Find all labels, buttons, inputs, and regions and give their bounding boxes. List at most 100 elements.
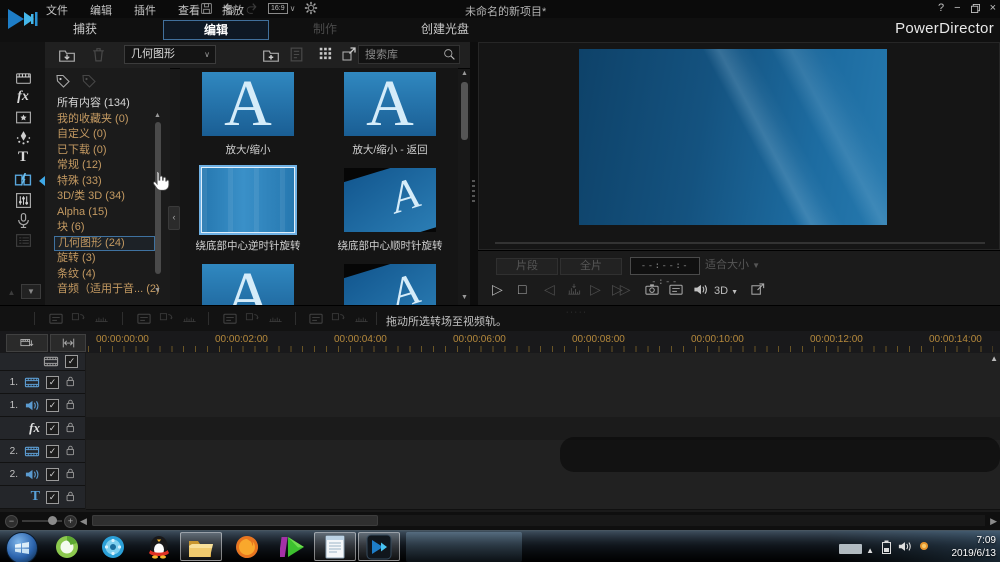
scroll-down-icon[interactable]: ▼ bbox=[461, 294, 468, 301]
taskbar-app-qq[interactable] bbox=[138, 532, 180, 561]
track-lock-icon[interactable] bbox=[65, 421, 78, 435]
menu-item-3[interactable]: 查看 bbox=[178, 2, 200, 18]
3d-button[interactable]: 3D ▼ bbox=[714, 282, 738, 302]
movie-mode-button[interactable]: 全片 bbox=[560, 258, 622, 275]
search-icon[interactable] bbox=[443, 48, 456, 61]
category-item-3[interactable]: 已下载 (0) bbox=[45, 143, 163, 159]
aspect-ratio-dropdown[interactable]: 16:9 ∨ bbox=[268, 2, 295, 14]
scroll-left-icon[interactable]: ◀ bbox=[80, 516, 87, 527]
volume-tray-icon[interactable] bbox=[898, 540, 912, 553]
snapshot-button[interactable] bbox=[644, 280, 660, 297]
track-enable-checkbox[interactable]: ✓ bbox=[46, 375, 59, 389]
remove-tag-icon[interactable] bbox=[81, 73, 97, 89]
vertical-splitter[interactable] bbox=[470, 42, 478, 305]
track-enable-checkbox[interactable]: ✓ bbox=[65, 355, 78, 368]
track-enable-checkbox[interactable]: ✓ bbox=[46, 398, 59, 412]
notification-icon[interactable] bbox=[918, 540, 930, 552]
room-scroll-up-button[interactable]: ▲ bbox=[4, 286, 19, 299]
scroll-down-icon[interactable]: ▼ bbox=[154, 287, 161, 294]
transition-tool-group-4[interactable] bbox=[308, 311, 370, 326]
next-frame-button[interactable]: ▷ bbox=[590, 280, 601, 298]
category-item-4[interactable]: 常规 (12) bbox=[45, 158, 163, 174]
sidebar-audio-mixing-room-icon[interactable] bbox=[13, 191, 33, 209]
save-project-icon[interactable] bbox=[200, 2, 213, 15]
taskbar-app-browser-360[interactable] bbox=[46, 532, 88, 561]
settings-gear-icon[interactable] bbox=[304, 1, 318, 15]
scrollbar-thumb[interactable] bbox=[461, 82, 468, 140]
fit-timeline-button[interactable] bbox=[50, 334, 86, 352]
add-tag-icon[interactable] bbox=[55, 73, 71, 89]
room-scroll-down-button[interactable]: ▼ bbox=[21, 284, 41, 299]
track-enable-checkbox[interactable]: ✓ bbox=[46, 421, 59, 435]
track-content-1[interactable] bbox=[86, 371, 1000, 395]
category-filter-dropdown[interactable]: 几何图形 ∨ bbox=[124, 45, 216, 64]
track-lock-icon[interactable] bbox=[65, 398, 78, 412]
sidebar-chapter-room-icon[interactable] bbox=[13, 231, 33, 249]
mute-button[interactable] bbox=[692, 280, 709, 297]
zoom-in-button[interactable]: + bbox=[64, 515, 77, 528]
start-button[interactable] bbox=[6, 532, 38, 562]
restore-button[interactable] bbox=[970, 3, 980, 13]
menu-item-2[interactable]: 插件 bbox=[134, 2, 156, 18]
category-item-10[interactable]: 旋转 (3) bbox=[45, 251, 163, 267]
zoom-out-button[interactable]: − bbox=[5, 515, 18, 528]
seek-button[interactable] bbox=[566, 280, 582, 297]
sidebar-particle-room-icon[interactable] bbox=[13, 128, 33, 146]
delete-icon[interactable] bbox=[90, 46, 107, 63]
fast-forward-button[interactable]: ▷▷ bbox=[612, 280, 630, 298]
collapse-categories-button[interactable]: ‹ bbox=[168, 206, 180, 230]
search-input[interactable] bbox=[363, 46, 443, 63]
undo-icon[interactable] bbox=[222, 2, 236, 15]
undock-preview-button[interactable] bbox=[750, 280, 766, 297]
scroll-right-icon[interactable]: ▶ bbox=[990, 516, 997, 527]
tab-edit[interactable]: 编辑 bbox=[163, 20, 269, 40]
track-enable-checkbox[interactable]: ✓ bbox=[46, 490, 59, 504]
new-folder-icon[interactable] bbox=[262, 46, 280, 64]
track-enable-checkbox[interactable]: ✓ bbox=[46, 467, 59, 481]
previous-frame-button[interactable]: ◁ bbox=[544, 280, 555, 298]
help-button[interactable]: ? bbox=[938, 2, 944, 14]
transition-thumbnail-4[interactable]: A bbox=[202, 264, 294, 305]
minimize-button[interactable]: − bbox=[954, 2, 960, 14]
detach-library-icon[interactable] bbox=[341, 46, 357, 62]
tab-capture[interactable]: 捕获 bbox=[35, 20, 135, 38]
transition-thumbnail-2[interactable] bbox=[202, 168, 294, 232]
sidebar-title-room-icon[interactable]: T bbox=[13, 148, 33, 166]
preview-video-frame[interactable] bbox=[579, 49, 887, 225]
close-button[interactable]: × bbox=[990, 2, 996, 14]
transition-thumbnail-0[interactable]: A bbox=[202, 72, 294, 136]
fit-size-dropdown[interactable]: 适合大小 ▼ bbox=[705, 258, 760, 273]
track-manager-button[interactable] bbox=[6, 334, 48, 352]
taskbar-app-file-explorer[interactable] bbox=[180, 532, 222, 561]
sidebar-media-room-icon[interactable] bbox=[13, 68, 33, 86]
preview-quality-button[interactable] bbox=[668, 280, 684, 297]
taskbar-app-video-player[interactable] bbox=[272, 532, 314, 561]
grid-view-icon[interactable] bbox=[318, 46, 332, 60]
category-item-8[interactable]: 块 (6) bbox=[45, 220, 163, 236]
scroll-up-icon[interactable]: ▲ bbox=[461, 70, 468, 77]
track-enable-checkbox[interactable]: ✓ bbox=[46, 444, 59, 458]
tab-produce[interactable]: 制作 bbox=[275, 20, 375, 38]
taskbar-app-notepad[interactable] bbox=[314, 532, 356, 561]
transition-thumbnail-3[interactable]: A bbox=[344, 168, 436, 232]
track-lock-icon[interactable] bbox=[65, 467, 78, 481]
transition-tool-group-1[interactable] bbox=[48, 311, 110, 326]
category-item-6[interactable]: 3D/类 3D (34) bbox=[45, 189, 163, 205]
scroll-up-icon[interactable]: ▲ bbox=[154, 112, 161, 119]
track-lock-icon[interactable] bbox=[65, 444, 78, 458]
transition-thumbnail-1[interactable]: A bbox=[344, 72, 436, 136]
tray-language-indicator[interactable] bbox=[839, 544, 862, 554]
category-item-1[interactable]: 我的收藏夹 (0) bbox=[45, 112, 163, 128]
tracks-scroll-up-icon[interactable]: ▲ bbox=[990, 354, 998, 363]
sidebar-pip-objects-room-icon[interactable] bbox=[13, 108, 33, 126]
track-content-6[interactable] bbox=[86, 486, 1000, 510]
redo-icon[interactable] bbox=[245, 2, 259, 15]
clip-mode-button[interactable]: 片段 bbox=[496, 258, 558, 275]
transition-tool-group-2[interactable] bbox=[136, 311, 198, 326]
seek-bar[interactable] bbox=[495, 242, 985, 244]
taskbar-clock[interactable]: 7:09 2019/6/13 bbox=[952, 534, 997, 560]
menu-item-0[interactable]: 文件 bbox=[46, 2, 68, 18]
taskbar-app-media-player[interactable] bbox=[92, 532, 134, 561]
track-lock-icon[interactable] bbox=[65, 375, 78, 389]
category-scrollbar[interactable]: ▲ ▼ bbox=[154, 112, 162, 294]
